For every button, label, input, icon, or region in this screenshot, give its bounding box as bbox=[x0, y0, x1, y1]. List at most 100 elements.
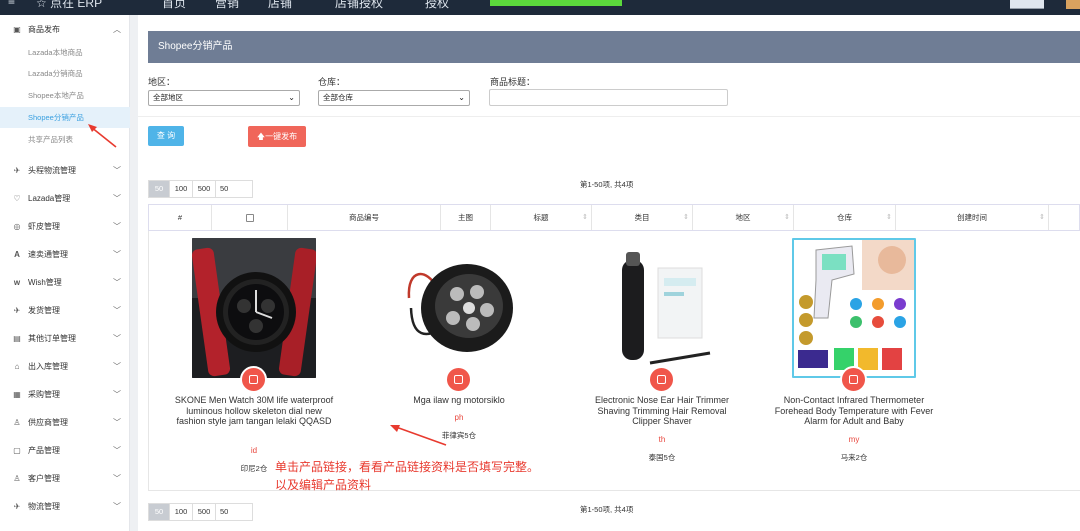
col-title[interactable]: 标题 ⇕ bbox=[491, 205, 592, 230]
sidebar-group-supplier[interactable]: ♙ 供应商管理 ﹀ bbox=[0, 412, 130, 432]
nav-store-auth[interactable]: 店铺授权 bbox=[335, 0, 383, 11]
product-card[interactable]: Electronic Nose Ear Hair Trimmer Shaving… bbox=[582, 231, 732, 491]
sidebar-item-lazada-local[interactable]: Lazada本地商品 bbox=[0, 42, 130, 63]
page-size-500[interactable]: 500 bbox=[192, 503, 216, 521]
app-logo[interactable]: ☆ 点在 ERP bbox=[36, 0, 102, 11]
sidebar-group-inventory[interactable]: ⌂ 出入库管理 ﹀ bbox=[0, 356, 130, 376]
page-size-100[interactable]: 100 bbox=[169, 180, 193, 198]
page-size-50[interactable]: 50 bbox=[148, 180, 170, 198]
col-product-id[interactable]: 商品编号 bbox=[288, 205, 441, 230]
sidebar-group-purchase[interactable]: ▦ 采购管理 ﹀ bbox=[0, 384, 130, 404]
product-image[interactable] bbox=[397, 238, 521, 378]
sort-icon: ⇕ bbox=[582, 214, 588, 221]
nav-store[interactable]: 店铺 bbox=[268, 0, 292, 11]
sort-icon: ⇕ bbox=[886, 214, 892, 221]
col-label: 类目 bbox=[634, 213, 650, 222]
logistics-icon: ✈ bbox=[13, 501, 21, 511]
col-label: 仓库 bbox=[837, 213, 852, 222]
user-name[interactable]: ████ bbox=[1010, 0, 1044, 8]
select-product-button[interactable] bbox=[445, 366, 472, 393]
sidebar-group-shipping[interactable]: ✈ 发货管理 ﹀ bbox=[0, 300, 130, 320]
annotation-line-1: 单击产品链接，看看产品链接资料是否填写完整。 bbox=[275, 460, 540, 474]
sidebar-item-shopee-local[interactable]: Shopee本地产品 bbox=[0, 85, 130, 106]
chevron-down-icon: ﹀ bbox=[113, 501, 121, 511]
sidebar-group-product-publish[interactable]: ▣ 商品发布 ︿ bbox=[0, 19, 130, 39]
sidebar-group-aliexpress[interactable]: A 速卖通管理 ﹀ bbox=[0, 244, 130, 264]
sidebar-group-other-orders[interactable]: ▤ 其他订单管理 ﹀ bbox=[0, 328, 130, 348]
page-size-input[interactable]: 50 bbox=[215, 503, 253, 521]
product-grid: SKONE Men Watch 30M life waterproof lumi… bbox=[148, 231, 1080, 491]
sidebar-group-logistics[interactable]: ✈ 物流管理 ﹀ bbox=[0, 496, 130, 516]
col-warehouse[interactable]: 仓库 ⇕ bbox=[794, 205, 896, 230]
col-created-time[interactable]: 创建时间 ⇕ bbox=[896, 205, 1049, 230]
select-product-button[interactable] bbox=[840, 366, 867, 393]
col-select-all[interactable] bbox=[212, 205, 288, 230]
page-size-100[interactable]: 100 bbox=[169, 503, 193, 521]
sidebar-group-lazada[interactable]: ♡ Lazada管理 ﹀ bbox=[0, 188, 130, 208]
plane-icon: ✈ bbox=[13, 165, 21, 175]
chevron-down-icon: ﹀ bbox=[113, 193, 121, 203]
sidebar-item-label: Shopee分销产品 bbox=[28, 113, 84, 122]
avatar[interactable] bbox=[1066, 0, 1080, 9]
product-card[interactable]: Mga ilaw ng motorsiklo ph 菲律宾5仓 bbox=[379, 231, 529, 491]
product-image[interactable] bbox=[792, 238, 916, 378]
chevron-down-icon: ﹀ bbox=[113, 333, 121, 343]
sidebar-group-label: 速卖通管理 bbox=[28, 249, 68, 259]
sidebar-group-product[interactable]: ▢ 产品管理 ﹀ bbox=[0, 440, 130, 460]
product-image[interactable] bbox=[600, 238, 724, 378]
product-card[interactable]: SKONE Men Watch 30M life waterproof lumi… bbox=[174, 231, 333, 491]
product-card[interactable]: Non-Contact Infrared Thermometer Forehea… bbox=[774, 231, 933, 491]
col-region[interactable]: 地区 ⇕ bbox=[693, 205, 794, 230]
trimmer-image bbox=[600, 238, 724, 378]
title-search-input[interactable] bbox=[489, 89, 728, 106]
title-label: 商品标题： bbox=[490, 77, 536, 87]
page-info-bottom: 第1-50项, 共4项 bbox=[580, 505, 634, 514]
page-size-50[interactable]: 50 bbox=[148, 503, 170, 521]
product-country: ph bbox=[454, 413, 464, 422]
nav-auth[interactable]: 授权 bbox=[425, 0, 449, 11]
product-title-link[interactable]: Mga ilaw ng motorsiklo bbox=[379, 395, 539, 406]
sidebar-item-lazada-distribution[interactable]: Lazada分销商品 bbox=[0, 63, 130, 84]
aliexpress-icon: A bbox=[14, 249, 20, 259]
product-title-link[interactable]: SKONE Men Watch 30M life waterproof lumi… bbox=[174, 395, 334, 427]
one-click-publish-button[interactable]: 🡅一键发布 bbox=[248, 126, 306, 147]
sidebar-group-label: 发货管理 bbox=[28, 305, 60, 315]
shrimp-icon: ◎ bbox=[13, 221, 21, 231]
annotation-arrow-sidebar bbox=[88, 124, 117, 148]
sidebar-group-customer[interactable]: ♙ 客户管理 ﹀ bbox=[0, 468, 130, 488]
sort-icon: ⇕ bbox=[683, 214, 689, 221]
sidebar-group-wish[interactable]: w Wish管理 ﹀ bbox=[0, 272, 130, 292]
chevron-down-icon: ⌄ bbox=[288, 93, 295, 102]
product-image[interactable] bbox=[192, 238, 316, 378]
chevron-down-icon: ﹀ bbox=[113, 165, 121, 175]
menu-icon[interactable]: ≡ bbox=[8, 0, 15, 8]
sidebar-group-label: 商品发布 bbox=[28, 24, 60, 34]
chevron-down-icon: ﹀ bbox=[113, 277, 121, 287]
sidebar-group-first-leg[interactable]: ✈ 头程物流管理 ﹀ bbox=[0, 160, 130, 180]
product-title-link[interactable]: Electronic Nose Ear Hair Trimmer Shaving… bbox=[582, 395, 742, 427]
nav-marketing[interactable]: 营销 bbox=[215, 0, 239, 11]
warehouse-select[interactable]: 全部仓库 ⌄ bbox=[318, 90, 470, 106]
upload-arrow-icon: 🡅 bbox=[256, 132, 266, 141]
col-category[interactable]: 类目 ⇕ bbox=[592, 205, 693, 230]
promo-banner[interactable] bbox=[490, 0, 622, 6]
chevron-down-icon: ﹀ bbox=[113, 417, 121, 427]
sidebar-group-label: 物流管理 bbox=[28, 501, 60, 511]
square-icon bbox=[849, 375, 858, 384]
select-all-checkbox[interactable] bbox=[245, 214, 254, 223]
page-size-input[interactable]: 50 bbox=[215, 180, 253, 198]
query-button[interactable]: 查 询 bbox=[148, 126, 184, 146]
region-select[interactable]: 全部地区 ⌄ bbox=[148, 90, 300, 106]
chevron-down-icon: ﹀ bbox=[113, 361, 121, 371]
cart-icon: ▦ bbox=[13, 389, 21, 399]
sort-icon: ⇕ bbox=[1039, 214, 1045, 221]
region-label: 地区： bbox=[148, 77, 176, 87]
product-country: id bbox=[250, 446, 258, 455]
product-title-link[interactable]: Non-Contact Infrared Thermometer Forehea… bbox=[774, 395, 934, 427]
nav-home[interactable]: 首页 bbox=[162, 0, 186, 11]
sidebar-group-shopee[interactable]: ◎ 虾皮管理 ﹀ bbox=[0, 216, 130, 236]
page-size-500[interactable]: 500 bbox=[192, 180, 216, 198]
select-product-button[interactable] bbox=[240, 366, 267, 393]
chevron-down-icon: ﹀ bbox=[113, 249, 121, 259]
select-product-button[interactable] bbox=[648, 366, 675, 393]
